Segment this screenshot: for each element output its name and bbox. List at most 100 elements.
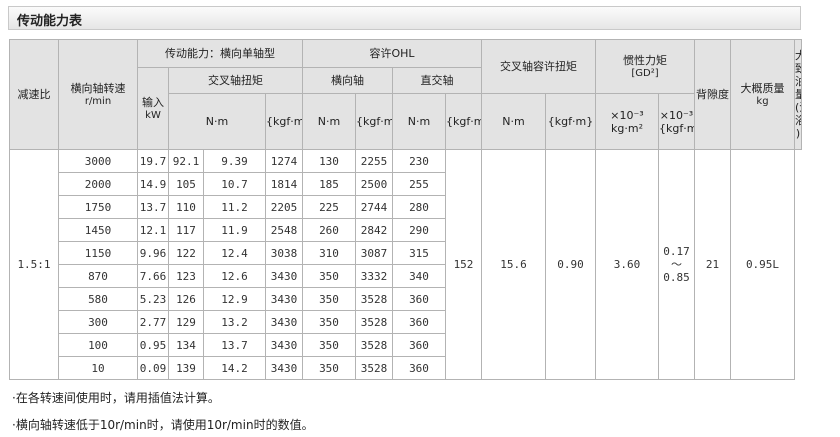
cell-speed: 580: [58, 287, 138, 311]
header-input: 输入 kW: [137, 67, 169, 150]
cell-ohl-o-kgf: 315: [392, 241, 446, 265]
cell-ohl-h-n: 3430: [265, 310, 303, 334]
cell-ohl-h-kgf: 185: [302, 172, 356, 196]
cell-torque-nm: 105: [168, 172, 204, 196]
cell-speed: 1150: [58, 241, 138, 265]
header-input-label: 输入: [142, 95, 164, 109]
cell-speed: 10: [58, 356, 138, 380]
cell-speed: 3000: [58, 149, 138, 173]
cell-allow-kgf: 15.6: [481, 149, 546, 380]
header-oil-label: 大致油量: [796, 49, 801, 101]
header-oil: 大致油量 (油浴 ): [794, 39, 802, 150]
header-ohl-orthogonal: 直交轴: [392, 67, 482, 94]
cell-ohl-h-kgf: 350: [302, 310, 356, 334]
cell-torque-kgfm: 12.9: [203, 287, 266, 311]
header-speed-unit: r/min: [84, 95, 112, 107]
cell-allow-n: 152: [445, 149, 482, 380]
cell-ohl-h-n: 3430: [265, 356, 303, 380]
header-mass-label: 大概质量: [740, 81, 785, 95]
header-allow-torque: 交叉轴容许扭矩: [481, 39, 596, 94]
cell-torque-kgfm: 10.7: [203, 172, 266, 196]
cell-ohl-h-kgf: 130: [302, 149, 356, 173]
cell-ohl-h-kgf: 350: [302, 333, 356, 357]
unit-ohl-o-kgfm: {kgf·m}: [445, 93, 482, 150]
cell-ohl-o-n: 2255: [355, 149, 393, 173]
cell-backlash-bottom: 0.85: [663, 271, 690, 284]
cell-torque-nm: 117: [168, 218, 204, 242]
cell-torque-kgfm: 9.39: [203, 149, 266, 173]
cell-ohl-h-n: 3430: [265, 333, 303, 357]
cell-ohl-h-kgf: 350: [302, 287, 356, 311]
cell-inertia-old: 3.60: [595, 149, 659, 380]
cell-ohl-o-n: 3087: [355, 241, 393, 265]
header-input-unit: kW: [145, 109, 161, 121]
header-mass-unit: kg: [756, 95, 769, 107]
cell-ohl-h-kgf: 225: [302, 195, 356, 219]
cell-torque-kgfm: 12.6: [203, 264, 266, 288]
cell-ohl-o-kgf: 230: [392, 149, 446, 173]
cell-kw: 2.77: [137, 310, 169, 334]
cell-ohl-o-kgf: 290: [392, 218, 446, 242]
unit-inertia-si: ×10⁻³ kg·m²: [595, 93, 659, 150]
cell-ohl-h-n: 1274: [265, 149, 303, 173]
header-inertia: 惯性力矩 [GD²]: [595, 39, 695, 94]
cell-ohl-o-n: 2744: [355, 195, 393, 219]
header-ohl: 容许OHL: [302, 39, 482, 68]
cell-kw: 19.7: [137, 149, 169, 173]
cell-backlash-mid: ～: [671, 258, 682, 271]
cell-kw: 5.23: [137, 287, 169, 311]
cell-ohl-o-n: 3528: [355, 333, 393, 357]
unit-torque-kgfm: {kgf·m}: [265, 93, 303, 150]
cell-kw: 14.9: [137, 172, 169, 196]
unit-inertia-si-bottom: kg·m²: [611, 121, 643, 135]
cell-torque-nm: 92.1: [168, 149, 204, 173]
cell-ohl-o-n: 2842: [355, 218, 393, 242]
cell-speed: 300: [58, 310, 138, 334]
cell-backlash-top: 0.17: [663, 245, 690, 258]
cell-torque-nm: 129: [168, 310, 204, 334]
cell-ohl-h-kgf: 260: [302, 218, 356, 242]
unit-allow-kgfm: {kgf·m}: [545, 93, 596, 150]
cell-mass: 21: [694, 149, 731, 380]
cell-speed: 870: [58, 264, 138, 288]
header-inertia-unit: [GD²]: [631, 67, 659, 79]
cell-ohl-o-kgf: 255: [392, 172, 446, 196]
cell-ohl-o-kgf: 280: [392, 195, 446, 219]
cell-torque-kgfm: 11.9: [203, 218, 266, 242]
cell-torque-nm: 122: [168, 241, 204, 265]
header-mass: 大概质量 kg: [730, 39, 795, 150]
unit-inertia-old-top: ×10⁻³: [659, 108, 694, 122]
cell-torque-nm: 139: [168, 356, 204, 380]
unit-ohl-h-nm: N·m: [302, 93, 356, 150]
cell-ohl-o-kgf: 360: [392, 356, 446, 380]
unit-ohl-h-kgfm: {kgf·m}: [355, 93, 393, 150]
cell-speed: 2000: [58, 172, 138, 196]
header-ohl-horizontal: 横向轴: [302, 67, 393, 94]
cell-oil: 0.95L: [730, 149, 795, 380]
header-backlash: 背隙度: [694, 39, 731, 150]
cell-ohl-h-n: 1814: [265, 172, 303, 196]
cell-ohl-o-n: 3332: [355, 264, 393, 288]
cell-kw: 13.7: [137, 195, 169, 219]
cell-ohl-o-kgf: 360: [392, 310, 446, 334]
cell-ohl-h-n: 3430: [265, 264, 303, 288]
cell-speed: 1450: [58, 218, 138, 242]
cell-torque-kgfm: 12.4: [203, 241, 266, 265]
cell-ohl-h-n: 3038: [265, 241, 303, 265]
cell-kw: 0.95: [137, 333, 169, 357]
cell-ohl-o-n: 3528: [355, 287, 393, 311]
section-title-bar: 传动能力表: [8, 6, 801, 30]
cell-ohl-o-kgf: 360: [392, 287, 446, 311]
cell-torque-kgfm: 11.2: [203, 195, 266, 219]
unit-inertia-old-bottom: {kgf·m²}: [659, 121, 694, 135]
unit-inertia-si-top: ×10⁻³: [610, 108, 644, 122]
cell-torque-nm: 110: [168, 195, 204, 219]
cell-torque-kgfm: 14.2: [203, 356, 266, 380]
cell-ohl-h-kgf: 350: [302, 356, 356, 380]
cell-ohl-o-kgf: 360: [392, 333, 446, 357]
unit-ohl-o-nm: N·m: [392, 93, 446, 150]
cell-ohl-h-n: 2548: [265, 218, 303, 242]
unit-torque-nm: N·m: [168, 93, 266, 150]
cell-backlash: 0.17 ～ 0.85: [658, 149, 695, 380]
header-speed-label: 横向轴转速: [70, 81, 126, 95]
